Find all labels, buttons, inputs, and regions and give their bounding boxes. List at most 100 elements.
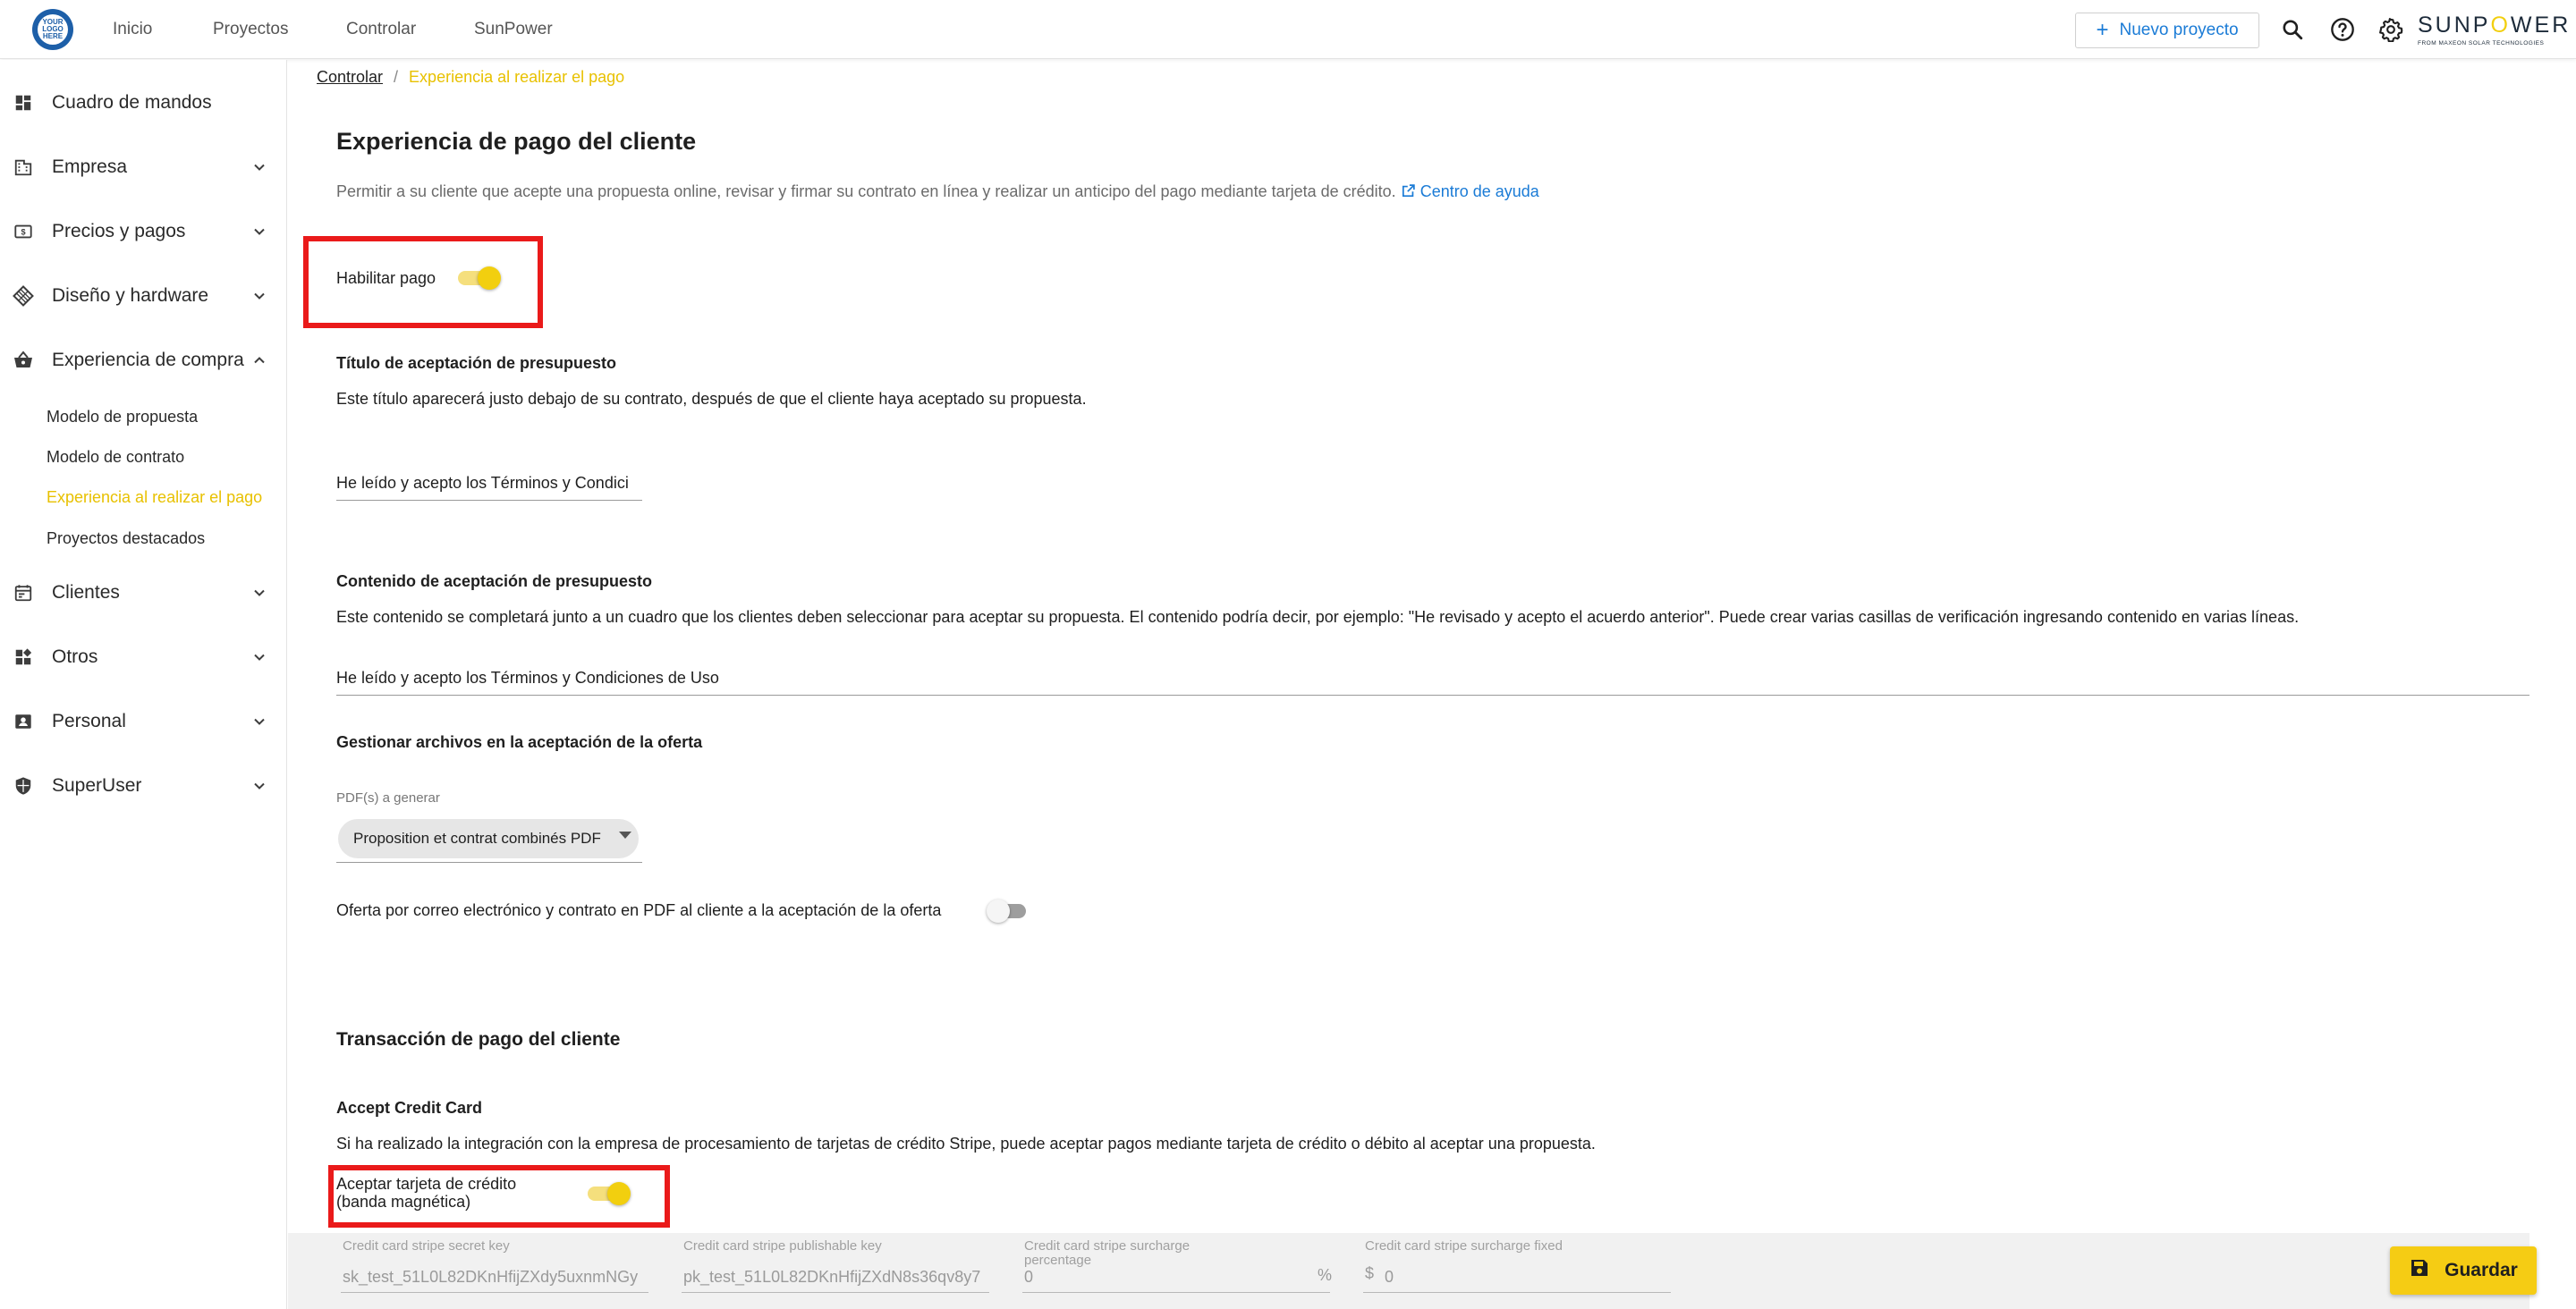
stripe-secret-key-label: Credit card stripe secret key [343,1238,510,1254]
sidebar-label: Experiencia de compra [52,350,244,370]
sidebar-subitem-proyectos-destacados[interactable]: Proyectos destacados [47,529,205,548]
help-center-link[interactable]: Centro de ayuda [1420,182,1539,200]
breadcrumb: Controlar / Experiencia al realizar el pag… [317,68,624,87]
save-disk-icon [2409,1257,2445,1284]
breadcrumb-parent[interactable]: Controlar [317,68,383,86]
sidebar-label: Personal [52,711,126,731]
stripe-secret-key-input[interactable]: sk_test_51L0L82DKnHfijZXdy5uxnmNGy [343,1268,648,1287]
stripe-surcharge-percentage-input[interactable]: 0 [1024,1268,1203,1287]
search-icon[interactable] [2277,14,2308,45]
email-pdf-label: Oferta por correo electrónico y contrato… [336,901,942,919]
chevron-down-icon [249,775,270,797]
nav-inicio[interactable]: Inicio [113,20,152,39]
new-project-button[interactable]: + Nuevo proyecto [2075,13,2259,48]
stripe-publishable-key-label: Credit card stripe publishable key [683,1238,882,1254]
sidebar: Cuadro de mandos Empresa $ Precios y pag… [0,60,287,1309]
breadcrumb-current: Experiencia al realizar el pago [409,68,625,86]
sidebar-label: Otros [52,646,98,667]
stripe-surcharge-fixed-input[interactable]: 0 [1385,1268,1563,1287]
brand-subtitle: FROM MAXEON SOLAR TECHNOLOGIES [2418,40,2545,46]
stripe-surcharge-fixed-underline [1363,1292,1671,1293]
sidebar-subitem-modelo-contrato[interactable]: Modelo de contrato [47,448,184,467]
stripe-surcharge-percentage-field[interactable]: Credit card stripe surcharge percentage [1024,1239,1190,1268]
brand-name: SUNPOWER [2418,13,2572,38]
sidebar-subitem-experiencia-pago[interactable]: Experiencia al realizar el pago [47,488,262,507]
enable-payment-toggle[interactable] [456,266,501,291]
contact-card-icon [13,711,34,732]
chevron-down-icon [249,582,270,604]
accept-credit-card-heading: Accept Credit Card [336,1099,483,1117]
stripe-secret-key-field[interactable]: Credit card stripe secret key [343,1239,510,1254]
sunpower-brand: SUNPOWER FROM MAXEON SOLAR TECHNOLOGIES [2418,13,2572,46]
percent-unit: % [1318,1266,1333,1284]
sidebar-subitem-modelo-propuesta[interactable]: Modelo de propuesta [47,408,198,426]
price-icon: $ [13,221,34,242]
pdf-select-chip[interactable]: Proposition et contrat combinés PDF [338,819,639,858]
nav-proyectos[interactable]: Proyectos [213,20,288,39]
stripe-surcharge-percentage-label-1: Credit card stripe surcharge [1024,1238,1191,1254]
files-heading: Gestionar archivos en la aceptación de l… [336,733,703,751]
solar-panel-icon [13,285,34,307]
acceptance-content-description: Este contenido se completará junto a un … [336,608,2300,626]
chevron-down-icon [249,285,270,307]
sidebar-label: Clientes [52,582,120,603]
dropdown-caret-icon[interactable] [619,832,631,839]
stripe-surcharge-percentage-underline [1022,1292,1330,1293]
sidebar-item-dashboard[interactable]: Cuadro de mandos [0,85,287,121]
chevron-down-icon [249,711,270,732]
dollar-unit: $ [1365,1264,1375,1282]
acceptance-content-input[interactable]: He leído y acepto los Términos y Condici… [336,669,2529,696]
transaction-heading: Transacción de pago del cliente [336,1029,621,1050]
sidebar-label: Cuadro de mandos [52,92,212,113]
pdf-select-label: PDF(s) a generar [336,790,440,806]
sidebar-item-otros[interactable]: Otros [0,639,287,675]
sidebar-label: SuperUser [52,775,142,796]
plus-icon: + [2096,18,2109,42]
acceptance-title-input[interactable]: He leído y acepto los Términos y Condici [336,474,642,501]
company-logo[interactable]: YOUR LOGO HERE [32,9,73,50]
sidebar-item-superuser[interactable]: SuperUser [0,768,287,804]
top-bar: YOUR LOGO HERE Inicio Proyectos Controla… [0,0,2576,59]
accept-credit-card-description: Si ha realizado la integración con la em… [336,1135,1596,1153]
dashboard-icon [13,92,34,114]
sidebar-item-empresa[interactable]: Empresa [0,149,287,185]
chevron-down-icon [249,646,270,668]
sidebar-item-experiencia[interactable]: Experiencia de compra [0,342,287,378]
chevron-down-icon [249,156,270,178]
save-button[interactable]: Guardar [2390,1246,2537,1295]
accept-credit-card-toggle-label: Aceptar tarjeta de crédito (banda magnét… [336,1175,517,1211]
nav-controlar[interactable]: Controlar [346,20,416,39]
sidebar-item-personal[interactable]: Personal [0,704,287,739]
stripe-surcharge-fixed-label: Credit card stripe surcharge fixed [1365,1238,1563,1254]
sidebar-label: Precios y pagos [52,221,186,241]
external-link-icon [1401,182,1416,200]
chevron-up-icon [249,350,270,371]
page-description: Permitir a su cliente que acepte una pro… [336,182,1539,200]
sidebar-label: Diseño y hardware [52,285,209,306]
sidebar-item-clientes[interactable]: Clientes [0,575,287,611]
stripe-surcharge-fixed-field[interactable]: Credit card stripe surcharge fixed [1365,1239,1563,1254]
pdf-select-underline [336,862,642,863]
page-title: Experiencia de pago del cliente [336,128,697,155]
breadcrumb-separator: / [394,68,399,86]
gear-icon[interactable] [2376,14,2406,45]
svg-text:$: $ [21,228,25,237]
save-label: Guardar [2445,1260,2518,1280]
shield-icon [13,775,34,797]
sidebar-item-diseno[interactable]: Diseño y hardware [0,278,287,314]
building-icon [13,156,34,178]
email-pdf-toggle[interactable] [987,899,1031,924]
logo-text: YOUR LOGO HERE [42,18,64,40]
accept-credit-card-toggle[interactable] [586,1181,631,1206]
acceptance-title-heading: Título de aceptación de presupuesto [336,354,617,372]
help-icon[interactable] [2327,14,2358,45]
sidebar-item-precios[interactable]: $ Precios y pagos [0,214,287,249]
stripe-publishable-key-field[interactable]: Credit card stripe publishable key [683,1239,882,1254]
enable-payment-label: Habilitar pago [336,269,436,287]
acceptance-title-description: Este título aparecerá justo debajo de su… [336,390,1087,408]
acceptance-content-heading: Contenido de aceptación de presupuesto [336,572,653,590]
sidebar-label: Empresa [52,156,128,177]
stripe-publishable-key-input[interactable]: pk_test_51L0L82DKnHfijZXdN8s36qv8y7 [683,1268,989,1287]
calendar-icon [13,582,34,604]
nav-sunpower[interactable]: SunPower [474,20,553,39]
